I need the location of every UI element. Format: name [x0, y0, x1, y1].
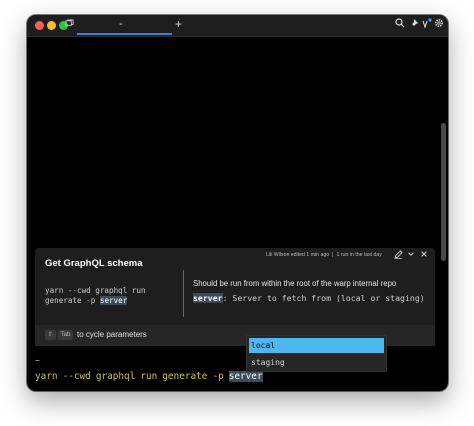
command-input[interactable]: yarn --cwd graphql run generate -p server: [35, 371, 263, 382]
parameter-description: server: Server to fetch from (local or s…: [193, 293, 425, 303]
workflow-description: Should be run from within the root of th…: [193, 279, 397, 288]
workflow-command-line2: generate -p server: [45, 296, 175, 306]
settings-gear-icon[interactable]: [434, 18, 444, 34]
command-token: graphql: [95, 371, 136, 382]
title-bar: - +: [27, 15, 448, 37]
terminal-window: - + Get GraphQL schema Lili Wilson edite…: [27, 15, 448, 391]
workflow-title: Get GraphQL schema: [45, 258, 143, 269]
dropdown-option-staging[interactable]: staging: [249, 355, 384, 370]
parameter-description-text: : Server to fetch from (local or staging…: [222, 293, 425, 303]
tab-key-badge: Tab: [58, 330, 73, 340]
workflow-meta-runs: 1 run in the last day: [336, 252, 382, 258]
minimize-window-button[interactable]: [47, 21, 56, 30]
command-token: yarn: [35, 371, 58, 382]
search-icon[interactable]: [395, 18, 405, 34]
parameter-dropdown: local staging: [246, 335, 387, 372]
command-token: generate: [162, 371, 208, 382]
scrollbar-thumb[interactable]: [441, 123, 446, 261]
parameter-name: server: [193, 293, 223, 303]
command-token: run: [140, 371, 158, 382]
new-tab-button[interactable]: +: [175, 17, 182, 31]
tab-label: -: [119, 18, 123, 30]
edit-pencil-icon[interactable]: [394, 250, 403, 261]
tab-active-indicator: [77, 33, 172, 35]
ai-sparkle-icon[interactable]: [422, 18, 433, 34]
chevron-down-icon[interactable]: [407, 250, 415, 260]
current-directory: ~: [35, 356, 40, 365]
hint-text: to cycle parameters: [77, 330, 147, 339]
command-param-placeholder[interactable]: server: [228, 371, 263, 382]
workflow-panel: Get GraphQL schema Lili Wilson edited 1 …: [35, 248, 435, 346]
tab-active[interactable]: -: [77, 15, 172, 37]
workflow-command-line1: yarn --cwd graphql run: [45, 286, 146, 295]
close-icon[interactable]: [420, 250, 428, 260]
shift-key-badge: ⇧: [45, 330, 56, 340]
workflow-command-prefix: generate -p: [45, 296, 96, 305]
workflow-meta-author: Lili Wilson edited 1 min ago: [266, 252, 330, 258]
tab-overview-icon[interactable]: [65, 18, 74, 34]
command-token: -p: [212, 371, 224, 382]
command-token: --cwd: [62, 371, 91, 382]
workflow-command: yarn --cwd graphql run generate -p serve…: [45, 286, 175, 306]
workflow-command-param[interactable]: server: [99, 296, 128, 305]
workflow-meta: Lili Wilson edited 1 min ago | 1 run in th…: [266, 252, 382, 258]
pin-icon[interactable]: [409, 18, 419, 34]
close-window-button[interactable]: [35, 21, 44, 30]
workflow-meta-separator: |: [332, 252, 334, 258]
panel-divider: [183, 270, 184, 317]
dropdown-option-local[interactable]: local: [249, 338, 384, 353]
